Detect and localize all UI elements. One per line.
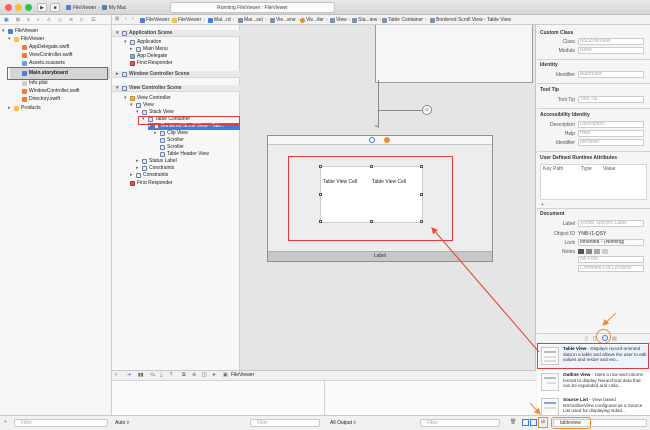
xcode-window: ▶ ■ FileViewer › My Mac Running FileView… xyxy=(0,0,650,430)
pointer-arrow xyxy=(529,402,541,415)
annotation-arrows xyxy=(431,227,617,415)
drag-arrow xyxy=(431,227,540,353)
pointer-arrow xyxy=(602,312,617,326)
